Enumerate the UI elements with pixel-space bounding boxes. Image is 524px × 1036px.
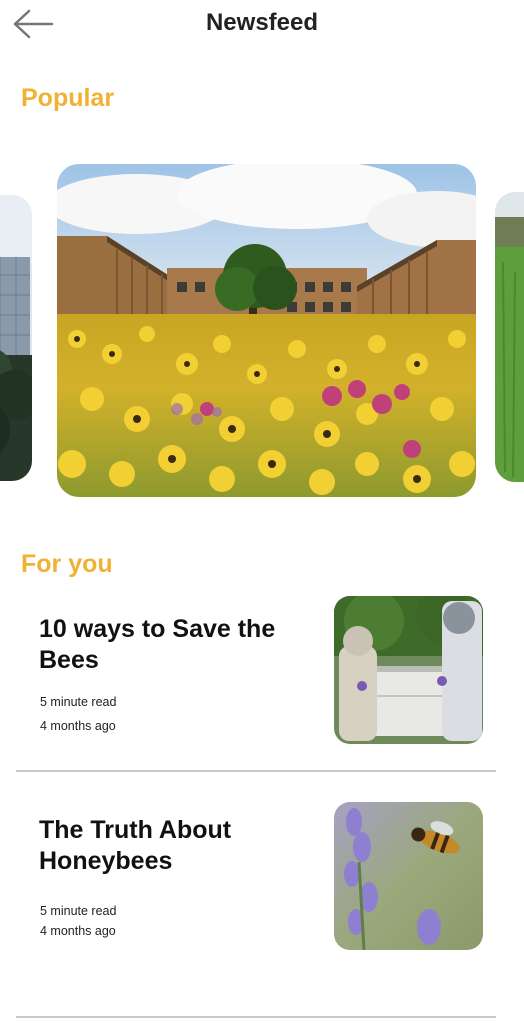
article-divider <box>16 1016 496 1018</box>
article-card[interactable]: The Truth About Honeybees 5 minute read … <box>16 798 496 1018</box>
article-title: 10 ways to Save the Bees <box>39 615 276 674</box>
article-posted-date: 4 months ago <box>40 719 116 733</box>
beekeepers-photo <box>334 596 483 744</box>
popular-section-title: Popular <box>21 84 115 112</box>
meadow-photo <box>495 192 524 482</box>
carousel-card-next[interactable] <box>495 192 524 482</box>
article-thumbnail <box>334 802 483 950</box>
city-building-photo <box>0 195 32 481</box>
article-thumbnail <box>334 596 483 744</box>
article-card[interactable]: 10 ways to Save the Bees 5 minute read 4… <box>16 592 496 772</box>
article-title: The Truth About Honeybees <box>39 816 232 875</box>
honeybee-lavender-photo <box>334 802 483 950</box>
article-posted-date: 4 months ago <box>40 924 116 938</box>
article-read-time: 5 minute read <box>40 904 117 918</box>
article-divider <box>16 770 496 772</box>
for-you-section-title: For you <box>21 550 113 578</box>
app-header: Newsfeed <box>0 0 524 50</box>
carousel-card-previous[interactable] <box>0 195 32 481</box>
page-title: Newsfeed <box>205 9 319 36</box>
popular-carousel[interactable] <box>0 160 524 505</box>
pollinator-garden-photo <box>57 164 476 497</box>
carousel-card-featured[interactable] <box>57 164 476 497</box>
article-read-time: 5 minute read <box>40 695 117 709</box>
